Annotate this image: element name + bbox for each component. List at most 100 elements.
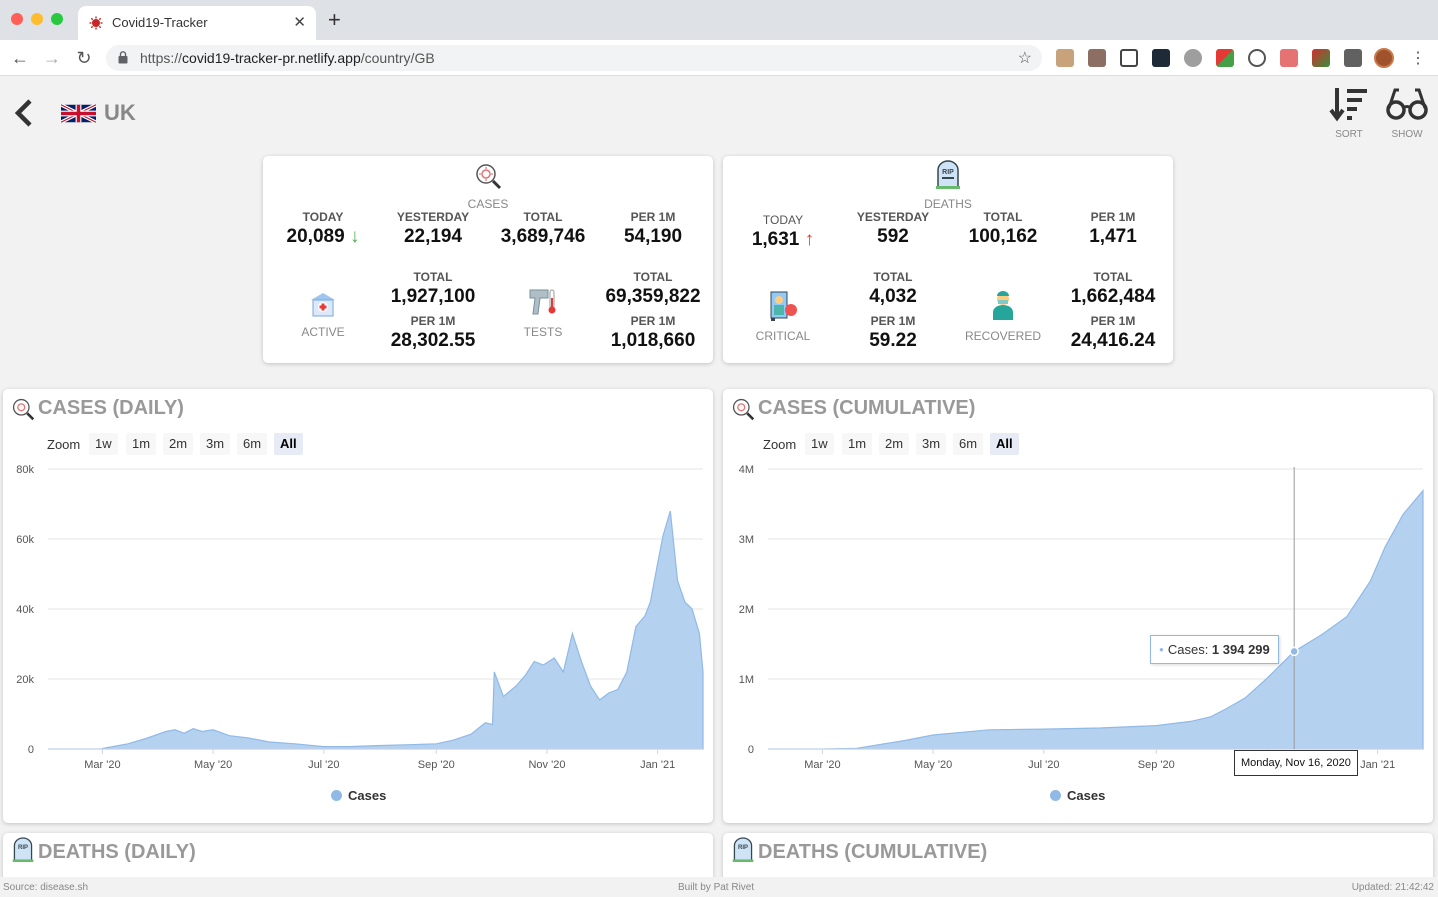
zoom-1m-button[interactable]: 1m: [842, 433, 873, 455]
forward-icon[interactable]: →: [41, 47, 63, 69]
y-tick-label: 0: [28, 744, 34, 756]
uk-flag-icon: [61, 104, 96, 123]
y-tick-label: 3M: [739, 534, 754, 546]
active-header: ACTIVE: [268, 290, 378, 339]
bug-extension-icon[interactable]: [1184, 49, 1202, 67]
extension-2-icon[interactable]: [1088, 49, 1106, 67]
zoom-label: Zoom: [47, 437, 81, 452]
y-tick-label: 60k: [16, 534, 34, 546]
sort-icon: [1329, 88, 1367, 122]
code-extension-icon[interactable]: [1248, 49, 1266, 67]
close-window-button[interactable]: [11, 13, 23, 25]
tooltip-value: 1 394 299: [1211, 642, 1270, 657]
critical-total-label: TOTAL: [873, 270, 913, 284]
extension-1-icon[interactable]: [1056, 49, 1074, 67]
series-area-cases: [47, 510, 704, 750]
cases-cumulative-chart[interactable]: 01M2M3M4MMar '20May '20Jul '20Sep '20Nov…: [723, 457, 1433, 777]
deaths-cumulative-title: DEATHS (CUMULATIVE): [758, 841, 988, 863]
react-devtools-icon[interactable]: [1152, 49, 1170, 67]
recovered-total-value: 1,662,484: [1070, 286, 1156, 307]
zoom-3m-button[interactable]: 3m: [200, 433, 231, 455]
cases-today: TODAY 20,089 ↓: [268, 210, 378, 248]
y-tick-label: 4M: [739, 464, 754, 476]
virus-magnifier-icon: [12, 398, 35, 421]
zoom-3m-button[interactable]: 3m: [916, 433, 947, 455]
deaths-per1m: PER 1M 1,471: [1058, 210, 1168, 248]
show-button[interactable]: SHOW: [1385, 86, 1429, 140]
profile-avatar[interactable]: [1374, 48, 1394, 68]
screenshot-extension-icon[interactable]: [1120, 49, 1138, 67]
legend-marker: [331, 790, 342, 801]
deaths-today-value: 1,631: [751, 229, 800, 250]
chart-legend[interactable]: Cases: [1050, 788, 1105, 803]
back-chevron-icon[interactable]: [12, 98, 34, 128]
tests-per1m-label: PER 1M: [630, 314, 676, 328]
feather-extension-icon[interactable]: [1312, 49, 1330, 67]
people-extension-icon[interactable]: [1280, 49, 1298, 67]
recovered-person-icon: [993, 291, 1013, 320]
tests-total-label: TOTAL: [633, 270, 673, 284]
cases-card-title: CASES: [467, 197, 509, 211]
reload-icon[interactable]: ↻: [73, 47, 95, 69]
zoom-6m-button[interactable]: 6m: [237, 433, 268, 455]
zoom-2m-button[interactable]: 2m: [879, 433, 910, 455]
zoom-2m-button[interactable]: 2m: [163, 433, 194, 455]
cases-per1m: PER 1M 54,190: [598, 210, 708, 248]
y-tick-label: 40k: [16, 604, 34, 616]
critical-header: CRITICAL: [728, 290, 838, 343]
recovered-total: TOTAL 1,662,484: [1058, 270, 1168, 308]
recovered-per1m: PER 1M 24,416.24: [1058, 314, 1168, 352]
sort-label: SORT: [1335, 129, 1363, 140]
cases-header: CASES: [433, 162, 543, 211]
browser-menu-icon[interactable]: ⋮: [1410, 48, 1426, 68]
chart-legend[interactable]: Cases: [331, 788, 386, 803]
deaths-total: TOTAL 100,162: [948, 210, 1058, 248]
maximize-window-button[interactable]: [51, 13, 63, 25]
close-tab-icon[interactable]: ✕: [293, 13, 306, 31]
active-per1m-value: 28,302.55: [390, 330, 476, 351]
tombstone-icon: RIP: [936, 160, 960, 189]
legend-label: Cases: [1067, 788, 1106, 803]
active-per1m: PER 1M 28,302.55: [378, 314, 488, 352]
zoom-1w-button[interactable]: 1w: [89, 433, 118, 455]
country-name: UK: [104, 100, 136, 125]
deaths-yesterday-value: 592: [877, 226, 909, 247]
cases-per1m-label: PER 1M: [630, 210, 676, 224]
chart-title: CASES (CUMULATIVE): [758, 397, 976, 419]
new-tab-button[interactable]: +: [328, 9, 341, 31]
back-icon[interactable]: ←: [9, 47, 31, 69]
color-extension-icon[interactable]: [1216, 49, 1234, 67]
cases-today-label: TODAY: [302, 210, 344, 224]
active-title: ACTIVE: [301, 325, 345, 339]
legend-marker: [1050, 790, 1061, 801]
x-tick-label: Jul '20: [1028, 759, 1059, 771]
zoom-1w-button[interactable]: 1w: [805, 433, 834, 455]
critical-per1m-label: PER 1M: [870, 314, 916, 328]
cases-daily-chart-card: CASES (DAILY) Zoom 1w 1m 2m 3m 6m All 0 2…: [3, 389, 713, 823]
tombstone-icon: RIP: [12, 837, 34, 862]
minimize-window-button[interactable]: [31, 13, 43, 25]
x-tick-label: May '20: [194, 759, 232, 771]
zoom-all-button[interactable]: All: [274, 433, 303, 455]
zoom-6m-button[interactable]: 6m: [953, 433, 984, 455]
recovered-per1m-label: PER 1M: [1090, 314, 1136, 328]
deaths-today: TODAY 1,631 ↑: [728, 213, 838, 251]
zoom-1m-button[interactable]: 1m: [126, 433, 157, 455]
bookmark-star-icon[interactable]: ☆: [1018, 48, 1032, 68]
active-total: TOTAL 1,927,100: [378, 270, 488, 308]
address-bar[interactable]: https://covid19-tracker-pr.netlify.app/c…: [106, 45, 1042, 71]
sort-button[interactable]: SORT: [1327, 86, 1371, 140]
url-text: https://covid19-tracker-pr.netlify.app/c…: [140, 50, 435, 66]
zoom-all-button[interactable]: All: [990, 433, 1019, 455]
tests-header: TESTS: [488, 286, 598, 339]
browser-tab[interactable]: Covid19-Tracker ✕: [78, 6, 316, 40]
browser-toolbar: ← → ↻ https://covid19-tracker-pr.netlify…: [0, 40, 1438, 76]
virus-favicon-icon: [89, 16, 103, 30]
tests-total: TOTAL 69,359,822: [598, 270, 708, 308]
cases-stat-card: CASES TODAY 20,089 ↓ YESTERDAY 22,194 TO…: [263, 156, 713, 363]
cases-yesterday-label: YESTERDAY: [396, 210, 470, 224]
cases-daily-chart[interactable]: 0 20k 40k 60k 80k Mar '20 May '20 Jul '20 Sep '2…: [3, 457, 713, 777]
puzzle-extensions-icon[interactable]: [1344, 49, 1362, 67]
lock-icon: [118, 51, 128, 64]
deaths-total-value: 100,162: [968, 226, 1038, 247]
